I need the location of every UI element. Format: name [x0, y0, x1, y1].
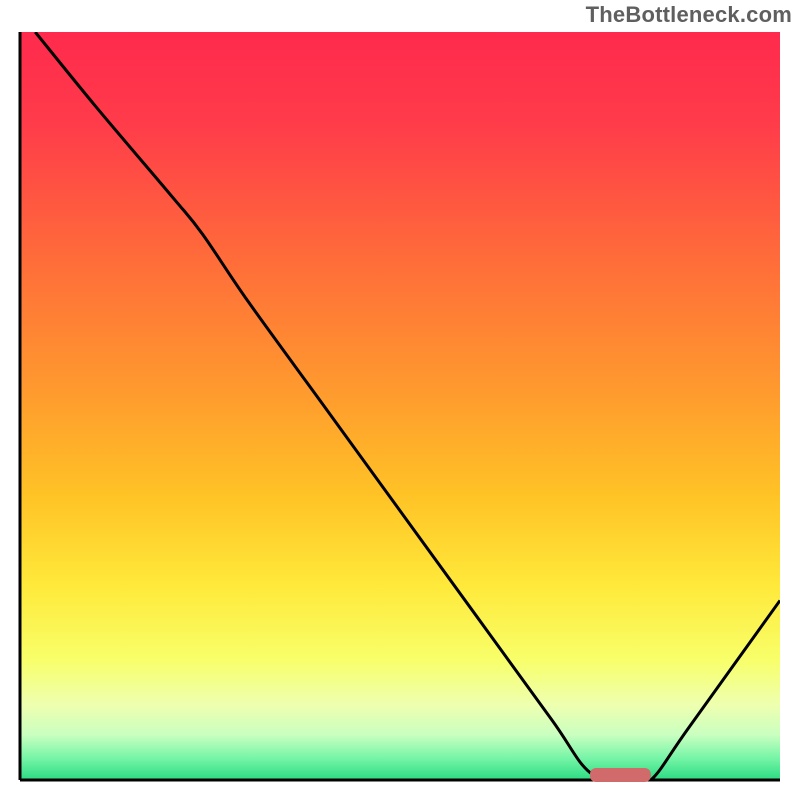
chart-frame: TheBottleneck.com	[0, 0, 800, 800]
bottleneck-chart	[0, 0, 800, 800]
optimal-marker	[590, 768, 651, 782]
gradient-background	[20, 32, 780, 780]
